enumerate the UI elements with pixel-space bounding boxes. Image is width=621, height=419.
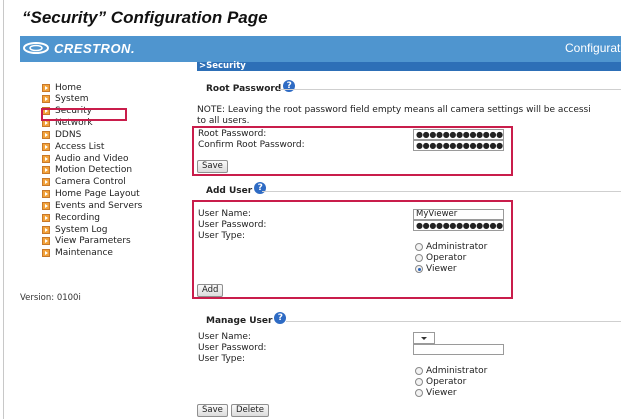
orange-arrow-icon	[42, 178, 50, 187]
orange-arrow-icon	[42, 107, 50, 116]
add-user-password-label: User Password:	[198, 220, 267, 230]
manage-user-password-input[interactable]	[413, 344, 504, 355]
document-title: “Security” Configuration Page	[22, 8, 268, 27]
add-user-type-administrator[interactable]: Administrator	[415, 242, 487, 252]
radio-button[interactable]	[415, 367, 423, 375]
radio-button[interactable]	[415, 254, 423, 262]
radio-button[interactable]	[415, 389, 423, 397]
orange-arrow-icon	[42, 237, 50, 246]
firmware-version: Version: 0100i	[20, 293, 81, 303]
sidebar-item-network[interactable]: Network	[42, 118, 192, 129]
radio-button[interactable]	[415, 243, 423, 251]
sidebar-item-events-and-servers[interactable]: Events and Servers	[42, 200, 192, 211]
section-divider	[278, 89, 621, 90]
page-edge-rule	[3, 0, 4, 419]
manage-user-delete-button[interactable]: Delete	[231, 404, 269, 417]
root-password-input[interactable]: ●●●●●●●●●●●●●	[413, 129, 504, 140]
header-configuration-title: Configurati	[565, 41, 621, 55]
orange-arrow-icon	[42, 213, 50, 222]
question-circle-icon[interactable]: ?	[254, 182, 267, 194]
confirm-root-password-label: Confirm Root Password:	[198, 140, 305, 150]
sidebar-item-motion-detection[interactable]: Motion Detection	[42, 165, 192, 176]
logo-text: CRESTRON.	[54, 40, 136, 56]
sidebar-item-ddns[interactable]: DDNS	[42, 129, 192, 140]
sidebar-item-maintenance[interactable]: Maintenance	[42, 248, 192, 259]
sidebar-item-system[interactable]: System	[42, 94, 192, 105]
orange-arrow-icon	[42, 119, 50, 128]
sidebar-item-home[interactable]: Home	[42, 82, 192, 93]
orange-arrow-icon	[42, 130, 50, 139]
radio-button-selected[interactable]	[415, 265, 423, 273]
add-user-button[interactable]: Add	[197, 284, 224, 297]
breadcrumb-bar	[197, 62, 621, 71]
question-circle-icon[interactable]: ?	[283, 80, 296, 92]
add-user-type-operator[interactable]: Operator	[415, 253, 466, 263]
sidebar-item-system-log[interactable]: System Log	[42, 224, 192, 235]
manage-user-heading: Manage User ?	[206, 312, 287, 326]
orange-arrow-icon	[42, 166, 50, 175]
orange-arrow-icon	[42, 249, 50, 258]
manage-user-name-label: User Name:	[198, 332, 251, 342]
manage-user-type-label: User Type:	[198, 354, 246, 364]
sidebar-item-access-list[interactable]: Access List	[42, 141, 192, 152]
root-password-note-cont: to all users.	[197, 116, 250, 126]
add-user-password-input[interactable]: ●●●●●●●●●●●●●	[413, 220, 504, 231]
orange-arrow-icon	[42, 190, 50, 199]
root-password-save-button[interactable]: Save	[197, 160, 228, 173]
sidebar-item-security[interactable]: Security	[42, 106, 192, 117]
root-password-label: Root Password:	[198, 129, 267, 139]
orange-arrow-icon	[42, 225, 50, 234]
manage-user-password-label: User Password:	[198, 343, 267, 353]
orange-arrow-icon	[42, 154, 50, 163]
manage-user-save-button[interactable]: Save	[197, 404, 228, 417]
orange-arrow-icon	[42, 95, 50, 104]
orange-arrow-icon	[42, 201, 50, 210]
crestron-logo: CRESTRON.	[22, 38, 135, 58]
orange-arrow-icon	[42, 83, 50, 92]
add-user-type-label: User Type:	[198, 231, 246, 241]
sidebar-item-camera-control[interactable]: Camera Control	[42, 177, 192, 188]
section-divider	[286, 321, 621, 322]
manage-user-type-operator[interactable]: Operator	[415, 377, 466, 387]
add-user-name-label: User Name:	[198, 209, 251, 219]
root-password-note: NOTE: Leaving the root password field em…	[197, 105, 591, 115]
confirm-root-password-input[interactable]: ●●●●●●●●●●●●●	[413, 140, 504, 151]
chevron-down-icon	[421, 337, 427, 340]
manage-user-type-administrator[interactable]: Administrator	[415, 366, 487, 376]
sidebar-item-home-page-layout[interactable]: Home Page Layout	[42, 189, 192, 200]
radio-button[interactable]	[415, 378, 423, 386]
manage-user-type-viewer[interactable]: Viewer	[415, 388, 457, 398]
add-user-heading: Add User ?	[206, 182, 267, 196]
sidebar-item-view-parameters[interactable]: View Parameters	[42, 236, 192, 247]
orange-arrow-icon	[42, 142, 50, 151]
add-user-name-input[interactable]: MyViewer	[413, 209, 504, 220]
sidebar-nav: Home System Security Network DDNS Access…	[42, 82, 192, 260]
sidebar-item-recording[interactable]: Recording	[42, 212, 192, 223]
sidebar-item-audio-and-video[interactable]: Audio and Video	[42, 153, 192, 164]
add-user-type-viewer[interactable]: Viewer	[415, 264, 457, 274]
crestron-swirl-icon	[22, 41, 50, 55]
section-divider	[262, 191, 621, 192]
breadcrumb: >Security	[199, 61, 246, 71]
manage-user-name-select[interactable]	[413, 332, 435, 344]
question-circle-icon[interactable]: ?	[274, 312, 287, 324]
